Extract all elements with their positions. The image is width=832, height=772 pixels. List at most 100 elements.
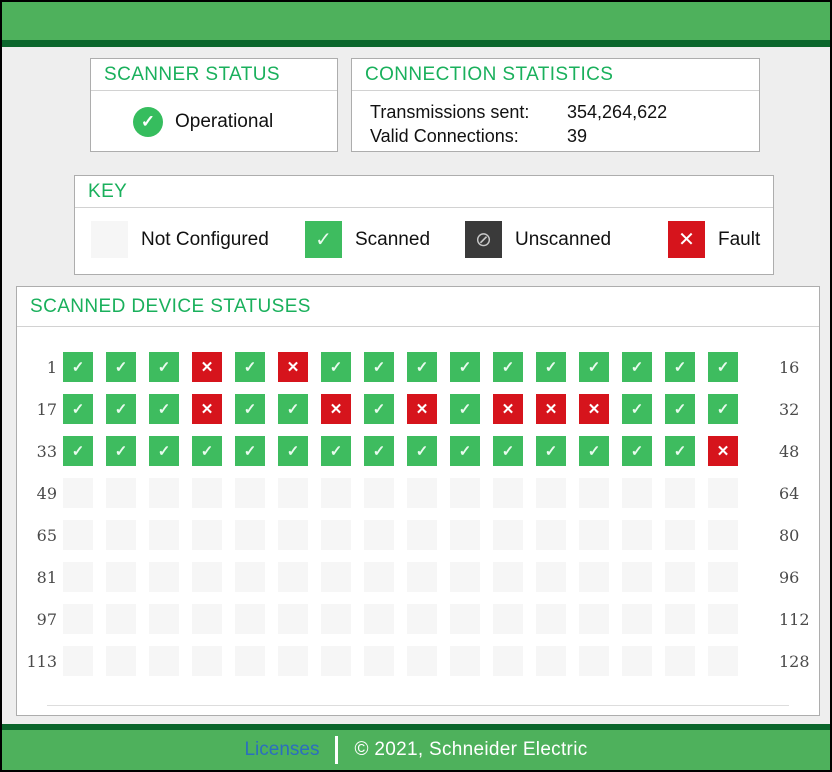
device-status-fault: ✕ <box>579 394 609 424</box>
device-status-scanned: ✓ <box>708 352 738 382</box>
key-panel: KEY Not Configured ✓Scanned ⊘Unscanned ✕Fau… <box>74 175 774 275</box>
row-start-label: 33 <box>17 442 57 461</box>
row-start-label: 17 <box>17 400 57 419</box>
device-status-scanned: ✓ <box>321 436 351 466</box>
device-status-scanned: ✓ <box>63 352 93 382</box>
device-status-fault: ✕ <box>493 394 523 424</box>
device-status-not-configured <box>407 604 437 634</box>
grid-bottom-divider <box>47 705 789 706</box>
licenses-link[interactable]: Licenses <box>244 739 319 761</box>
row-end-label: 32 <box>779 400 799 419</box>
device-status-not-configured <box>106 604 136 634</box>
device-status-not-configured <box>278 646 308 676</box>
device-status-scanned: ✓ <box>665 352 695 382</box>
device-status-not-configured <box>536 562 566 592</box>
device-status-not-configured <box>450 520 480 550</box>
device-status-not-configured <box>321 520 351 550</box>
device-status-not-configured <box>149 478 179 508</box>
device-status-not-configured <box>493 562 523 592</box>
device-row: 33✓✓✓✓✓✓✓✓✓✓✓✓✓✓✓✕48 <box>17 436 819 466</box>
device-status-not-configured <box>450 562 480 592</box>
device-status-not-configured <box>106 562 136 592</box>
device-status-not-configured <box>536 520 566 550</box>
device-status-not-configured <box>106 646 136 676</box>
device-status-scanned: ✓ <box>579 352 609 382</box>
device-status-not-configured <box>450 478 480 508</box>
device-status-not-configured <box>364 478 394 508</box>
device-status-scanned: ✓ <box>493 436 523 466</box>
device-status-scanned: ✓ <box>192 436 222 466</box>
device-status-not-configured <box>235 520 265 550</box>
device-status-scanned: ✓ <box>665 436 695 466</box>
device-status-not-configured <box>579 646 609 676</box>
key-item-label: Unscanned <box>515 229 611 251</box>
key-item-unscanned: ⊘Unscanned <box>465 221 611 258</box>
device-status-not-configured <box>665 604 695 634</box>
header-accent-stripe <box>2 40 830 47</box>
device-status-not-configured <box>192 478 222 508</box>
device-status-not-configured <box>407 562 437 592</box>
device-status-not-configured <box>622 478 652 508</box>
device-row: 1✓✓✓✕✓✕✓✓✓✓✓✓✓✓✓✓16 <box>17 352 819 382</box>
device-status-not-configured <box>708 646 738 676</box>
row-end-label: 112 <box>779 610 810 629</box>
device-status-not-configured <box>106 520 136 550</box>
device-status-not-configured <box>278 562 308 592</box>
device-status-not-configured <box>708 520 738 550</box>
device-status-not-configured <box>493 520 523 550</box>
footer-bar: Licenses © 2021, Schneider Electric <box>2 730 830 770</box>
device-status-scanned: ✓ <box>106 394 136 424</box>
operational-check-icon: ✓ <box>133 107 163 137</box>
scanner-status-title: SCANNER STATUS <box>91 59 337 91</box>
device-status-not-configured <box>278 604 308 634</box>
device-status-not-configured <box>149 520 179 550</box>
device-status-not-configured <box>192 646 222 676</box>
device-row: 6580 <box>17 520 819 550</box>
device-status-not-configured <box>579 604 609 634</box>
key-title: KEY <box>75 176 773 208</box>
device-status-scanned: ✓ <box>278 394 308 424</box>
device-status-not-configured <box>321 604 351 634</box>
device-status-scanned: ✓ <box>665 394 695 424</box>
transmissions-sent-row: Transmissions sent: 354,264,622 <box>370 100 759 124</box>
scanned-device-statuses-panel: SCANNED DEVICE STATUSES 1 ✓ ✓ ✓ ✕ ✓ ✕ ✓ ✓ ✓ ✓ ✓ ✓ ✓ ✓ ✓… <box>16 286 820 716</box>
device-row: 4964 <box>17 478 819 508</box>
key-legend: Not Configured ✓Scanned ⊘Unscanned ✕Fault <box>75 208 773 271</box>
device-status-not-configured <box>622 520 652 550</box>
key-item-fault: ✕Fault <box>668 221 760 258</box>
device-status-scanned: ✓ <box>235 436 265 466</box>
row-end-label: 48 <box>779 442 799 461</box>
connection-statistics-title: CONNECTION STATISTICS <box>352 59 759 91</box>
device-status-not-configured <box>622 562 652 592</box>
row-start-label: 1 <box>17 358 57 377</box>
device-status-fault: ✕ <box>708 436 738 466</box>
device-status-scanned: ✓ <box>407 436 437 466</box>
device-status-scanned: ✓ <box>450 436 480 466</box>
not-configured-icon <box>91 221 128 258</box>
device-status-not-configured <box>579 562 609 592</box>
row-end-label: 96 <box>779 568 799 587</box>
device-status-scanned: ✓ <box>450 352 480 382</box>
device-status-fault: ✕ <box>192 394 222 424</box>
device-status-not-configured <box>364 604 394 634</box>
key-item-label: Not Configured <box>141 229 269 251</box>
key-item-label: Fault <box>718 229 760 251</box>
device-status-grid: 1✓✓✓✕✓✕✓✓✓✓✓✓✓✓✓✓1617✓✓✓✕✓✓✕✓✕✓✕✕✕✓✓✓323… <box>17 327 819 676</box>
device-status-not-configured <box>665 562 695 592</box>
device-status-not-configured <box>278 478 308 508</box>
device-status-scanned: ✓ <box>493 352 523 382</box>
device-status-not-configured <box>321 478 351 508</box>
device-status-not-configured <box>235 478 265 508</box>
device-status-not-configured <box>579 478 609 508</box>
copyright-text: © 2021, Schneider Electric <box>354 739 587 761</box>
device-status-scanned: ✓ <box>536 352 566 382</box>
key-item-scanned: ✓Scanned <box>305 221 430 258</box>
row-start-label: 81 <box>17 568 57 587</box>
scanned-device-statuses-title: SCANNED DEVICE STATUSES <box>17 287 819 327</box>
device-status-scanned: ✓ <box>235 394 265 424</box>
device-status-not-configured <box>364 562 394 592</box>
device-row: 113128 <box>17 646 819 676</box>
device-status-not-configured <box>63 604 93 634</box>
device-status-scanned: ✓ <box>149 436 179 466</box>
row-start-label: 113 <box>17 652 57 671</box>
